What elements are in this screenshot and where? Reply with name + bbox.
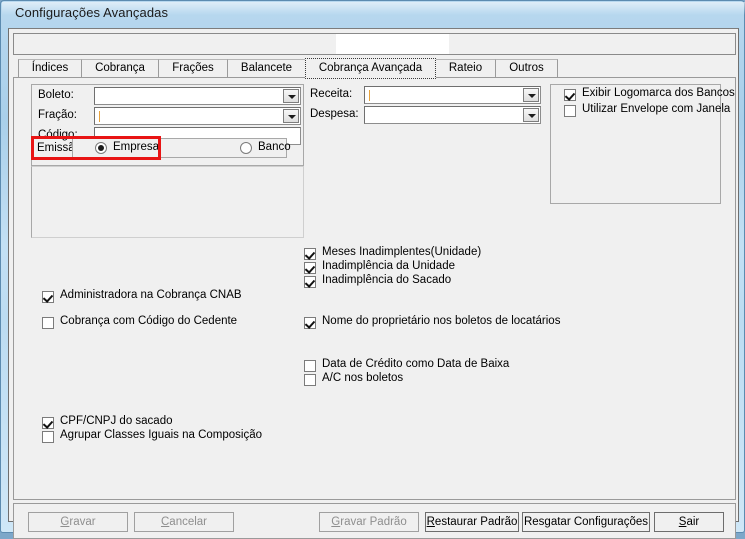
title-bar: Configurações Avançadas xyxy=(1,1,745,28)
checkbox-administradora-cnab-label: Administradora na Cobrança CNAB xyxy=(60,289,242,301)
button-resgatar-configura-es[interactable]: Resgatar Configurações xyxy=(522,512,650,532)
tab-label: Rateio xyxy=(448,62,483,74)
checkbox-meses-inadimplentes[interactable] xyxy=(304,248,316,260)
banco-options-group: Exibir Logomarca dos Bancos Utilizar Env… xyxy=(550,84,735,204)
checkbox-nome-proprietario-label: Nome do proprietário nos boletos de loca… xyxy=(322,315,561,327)
button-label: Gravar Padrão xyxy=(331,516,407,528)
checkbox-ac-boletos[interactable] xyxy=(304,374,316,386)
tab-fra-es[interactable]: Frações xyxy=(158,59,228,78)
button-sair[interactable]: Sair xyxy=(654,512,724,532)
checkbox-cobranca-codigo-cedente[interactable] xyxy=(42,317,54,329)
header-strip xyxy=(13,33,736,55)
radio-banco-label: Banco xyxy=(258,141,291,153)
dialog-button-bar: Gravar Cancelar Gravar Padrão Restaurar Pad… xyxy=(13,503,736,539)
checkbox-inadimplencia-unidade[interactable] xyxy=(304,262,316,274)
label-despesa: Despesa: xyxy=(310,108,359,120)
fracao-combobox[interactable] xyxy=(94,107,301,125)
text-caret xyxy=(99,111,100,122)
tab-strip[interactable]: Índices Cobrança Frações Balancete Cobrança … xyxy=(13,58,736,79)
chevron-down-icon[interactable] xyxy=(523,108,539,122)
checkbox-cpf-cnpj-sacado-label: CPF/CNPJ do sacado xyxy=(60,415,173,427)
radio-banco[interactable] xyxy=(240,142,252,154)
tab-cobran-a[interactable]: Cobrança xyxy=(81,59,159,78)
header-white-area xyxy=(336,34,449,54)
tab-label: Cobrança Avançada xyxy=(318,62,423,74)
left-sunken-panel xyxy=(31,166,304,238)
button-gravar-padr-o: Gravar Padrão xyxy=(319,512,419,532)
tab-content-panel: Boleto: Fração: Código: Emissão: Empresa… xyxy=(13,77,736,500)
checkbox-meses-inadimplentes-label: Meses Inadimplentes(Unidade) xyxy=(322,246,482,258)
label-receita: Receita: xyxy=(310,88,353,100)
tab-label: Cobrança xyxy=(95,62,145,74)
button-label: Gravar xyxy=(60,516,96,528)
tab-rateio[interactable]: Rateio xyxy=(435,59,496,78)
checkbox-inadimplencia-unidade-label: Inadimplência da Unidade xyxy=(322,260,455,272)
label-fracao: Fração: xyxy=(38,109,77,121)
checkbox-utilizar-envelope[interactable] xyxy=(564,105,576,117)
button-gravar: Gravar xyxy=(28,512,128,532)
emissao-radio-group: Empresa Banco xyxy=(72,138,291,158)
tab-cobran-a-avan-ada[interactable]: Cobrança Avançada xyxy=(305,58,436,79)
radio-empresa-label: Empresa xyxy=(113,141,160,153)
checkbox-exibir-logomarca-label: Exibir Logomarca dos Bancos xyxy=(582,87,735,99)
label-boleto: Boleto: xyxy=(38,89,74,101)
window-title: Configurações Avançadas xyxy=(15,5,169,20)
checkbox-inadimplencia-sacado-label: Inadimplência do Sacado xyxy=(322,274,452,286)
checkbox-cobranca-codigo-cedente-label: Cobrança com Código do Cedente xyxy=(60,315,238,327)
checkbox-data-credito[interactable] xyxy=(304,360,316,372)
checkbox-data-credito-label: Data de Crédito como Data de Baixa xyxy=(322,358,510,370)
tab-outros[interactable]: Outros xyxy=(495,59,558,78)
chevron-down-icon[interactable] xyxy=(283,109,299,123)
button-cancelar: Cancelar xyxy=(134,512,234,532)
tab-balancete[interactable]: Balancete xyxy=(227,59,306,78)
boleto-combobox[interactable] xyxy=(94,87,301,105)
checkbox-nome-proprietario[interactable] xyxy=(304,317,316,329)
checkbox-ac-boletos-label: A/C nos boletos xyxy=(322,372,404,384)
tab-label: Balancete xyxy=(240,62,293,74)
despesa-combobox[interactable] xyxy=(364,106,541,124)
checkbox-administradora-cnab[interactable] xyxy=(42,291,54,303)
tab-ndices[interactable]: Índices xyxy=(18,59,82,78)
tab-label: Outros xyxy=(509,62,544,74)
button-label: Cancelar xyxy=(160,516,208,528)
chevron-down-icon[interactable] xyxy=(523,88,539,102)
text-caret xyxy=(369,90,370,101)
checkbox-agrupar-classes[interactable] xyxy=(42,431,54,443)
checkbox-inadimplencia-sacado[interactable] xyxy=(304,276,316,288)
checkbox-cpf-cnpj-sacado[interactable] xyxy=(42,417,54,429)
radio-empresa[interactable] xyxy=(95,142,107,154)
checkbox-agrupar-classes-label: Agrupar Classes Iguais na Composição xyxy=(60,429,262,441)
dialog-window: Configurações Avançadas Índices Cobrança F… xyxy=(0,0,745,539)
button-restaurar-padr-o[interactable]: Restaurar Padrão xyxy=(425,512,519,532)
tab-label: Índices xyxy=(31,62,69,74)
button-label: Sair xyxy=(678,516,700,528)
button-label: Restaurar Padrão xyxy=(426,516,518,528)
checkbox-utilizar-envelope-label: Utilizar Envelope com Janela xyxy=(582,103,731,115)
dialog-client-area: Índices Cobrança Frações Balancete Cobrança … xyxy=(8,28,739,539)
checkbox-exibir-logomarca[interactable] xyxy=(564,89,576,101)
tab-label: Frações xyxy=(172,62,214,74)
button-label: Resgatar Configurações xyxy=(523,516,648,528)
chevron-down-icon[interactable] xyxy=(283,89,299,103)
receita-combobox[interactable] xyxy=(364,86,541,104)
